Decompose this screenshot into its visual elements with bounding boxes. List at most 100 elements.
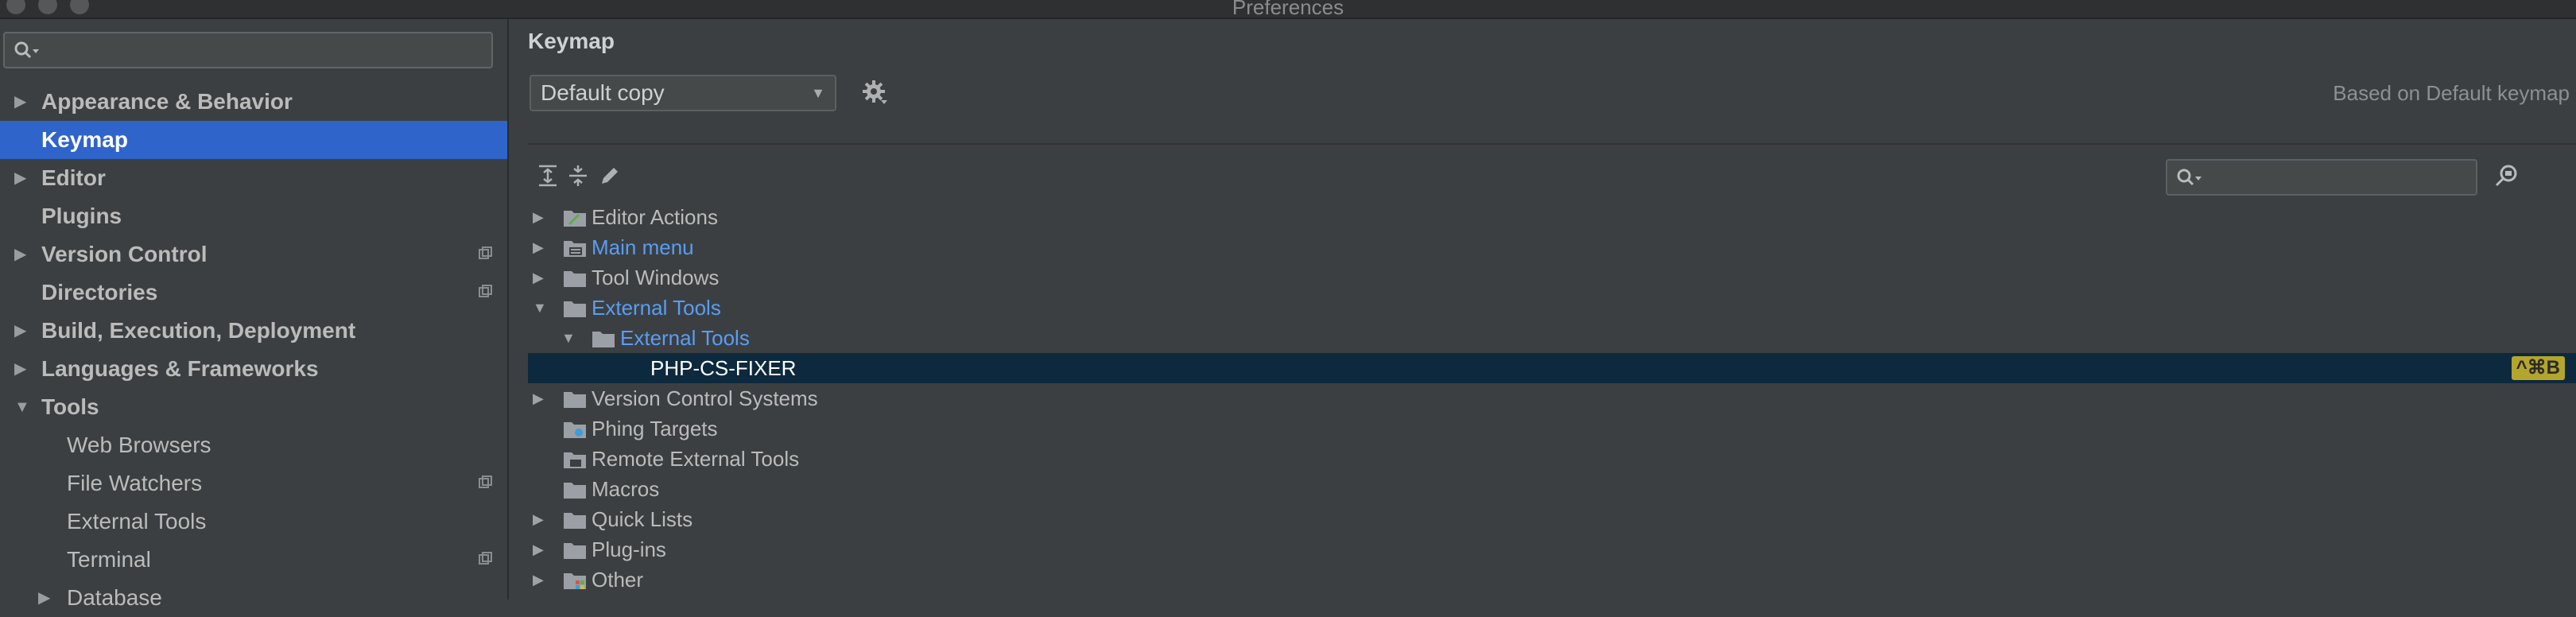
sidebar-item-label: Build, Execution, Deployment <box>41 318 356 343</box>
phing-folder-icon <box>564 422 586 438</box>
keymap-search-field[interactable] <box>2166 159 2477 196</box>
keymap-select[interactable]: Default copy ▼ <box>530 75 836 111</box>
sidebar-item-editor[interactable]: ▶ Editor <box>0 159 507 197</box>
sidebar-item-label: Directories <box>41 280 158 305</box>
folder-icon <box>564 513 586 529</box>
tree-row-label: Tool Windows <box>592 266 720 289</box>
expand-arrow-icon[interactable]: ▶ <box>14 83 26 121</box>
sidebar-item-label: Languages & Frameworks <box>41 356 319 381</box>
expand-arrow-icon[interactable]: ▶ <box>14 312 26 350</box>
title-bar: Preferences <box>0 0 2576 19</box>
shortcut-badge: ^⌘B <box>2511 356 2565 380</box>
expand-arrow-icon[interactable]: ▶ <box>14 159 26 197</box>
find-by-shortcut-icon[interactable] <box>2493 162 2520 189</box>
sidebar-item-label: Web Browsers <box>67 433 211 457</box>
tree-row-label: Phing Targets <box>592 417 718 440</box>
sidebar-item-label: Terminal <box>67 547 151 572</box>
folder-icon <box>592 332 615 347</box>
folder-icon <box>564 483 586 499</box>
tree-row-external-tools-group[interactable]: ▼ External Tools <box>528 323 2576 353</box>
collapse-arrow-icon[interactable]: ▼ <box>14 388 30 426</box>
expand-arrow-icon[interactable]: ▶ <box>533 262 544 293</box>
tree-row-label: External Tools <box>592 296 721 320</box>
sidebar-item-label: Database <box>67 585 162 610</box>
edit-shortcut-icon[interactable] <box>598 164 622 188</box>
sidebar-item-languages-frameworks[interactable]: ▶ Languages & Frameworks <box>0 350 507 388</box>
collapse-arrow-icon[interactable]: ▼ <box>561 323 576 353</box>
sidebar-item-database[interactable]: ▶ Database <box>0 579 507 617</box>
tree-row-label: Remote External Tools <box>592 447 800 471</box>
tree-row-label: Version Control Systems <box>592 386 818 410</box>
sidebar-item-appearance-behavior[interactable]: ▶ Appearance & Behavior <box>0 83 507 121</box>
menu-folder-icon <box>564 241 586 257</box>
tree-row-tool-windows[interactable]: ▶ Tool Windows <box>528 262 2576 293</box>
sidebar-item-terminal[interactable]: Terminal <box>0 541 507 579</box>
sidebar-item-label: File Watchers <box>67 471 203 495</box>
tree-row-label: PHP-CS-FIXER <box>650 356 797 380</box>
sidebar-item-file-watchers[interactable]: File Watchers <box>0 464 507 503</box>
chevron-down-icon: ▼ <box>811 85 825 101</box>
expand-arrow-icon[interactable]: ▶ <box>533 534 544 565</box>
editor-actions-folder-icon <box>564 211 586 227</box>
tree-row-editor-actions[interactable]: ▶ Editor Actions <box>528 202 2576 232</box>
expand-arrow-icon[interactable]: ▶ <box>533 504 544 534</box>
folder-icon <box>564 543 586 559</box>
sidebar-item-web-browsers[interactable]: Web Browsers <box>0 426 507 464</box>
expand-all-icon[interactable] <box>536 164 560 188</box>
tree-row-external-tools[interactable]: ▼ External Tools <box>528 293 2576 323</box>
sidebar-item-label: Plugins <box>41 204 122 228</box>
folder-icon <box>564 301 586 317</box>
sidebar-item-keymap[interactable]: Keymap <box>0 121 507 159</box>
expand-arrow-icon[interactable]: ▶ <box>533 202 544 232</box>
sidebar-item-external-tools[interactable]: External Tools <box>0 503 507 541</box>
gear-icon[interactable] <box>862 80 889 107</box>
folder-icon <box>564 271 586 287</box>
expand-arrow-icon[interactable]: ▶ <box>533 383 544 413</box>
sidebar-item-directories[interactable]: Directories <box>0 274 507 312</box>
project-settings-icon <box>479 552 492 565</box>
keymap-panel: Keymap Default copy ▼ Based on Default k… <box>509 19 2576 600</box>
sidebar-item-label: Editor <box>41 165 106 190</box>
sidebar-item-label: Appearance & Behavior <box>41 89 293 114</box>
expand-arrow-icon[interactable]: ▶ <box>14 350 26 388</box>
tree-row-phing-targets[interactable]: Phing Targets <box>528 413 2576 444</box>
expand-arrow-icon[interactable]: ▶ <box>38 579 50 617</box>
project-settings-icon <box>479 475 492 488</box>
settings-sidebar: ▶ Appearance & Behavior Keymap ▶ Editor … <box>0 19 509 610</box>
project-settings-icon <box>479 285 492 297</box>
expand-arrow-icon[interactable]: ▶ <box>14 235 26 274</box>
sidebar-item-plugins[interactable]: Plugins <box>0 197 507 235</box>
collapse-all-icon[interactable] <box>566 164 590 188</box>
tree-row-label: Plug-ins <box>592 537 666 561</box>
tree-row-label: Macros <box>592 477 660 501</box>
based-on-label: Based on Default keymap <box>2333 81 2570 105</box>
search-icon <box>2175 167 2204 193</box>
tree-row-main-menu[interactable]: ▶ Main menu <box>528 232 2576 262</box>
tree-row-label: Main menu <box>592 235 694 259</box>
sidebar-item-build-execution-deployment[interactable]: ▶ Build, Execution, Deployment <box>0 312 507 350</box>
tree-row-label: Other <box>592 568 644 592</box>
expand-arrow-icon[interactable]: ▶ <box>533 232 544 262</box>
collapse-arrow-icon[interactable]: ▼ <box>533 293 547 323</box>
remote-folder-icon <box>564 452 586 468</box>
sidebar-item-version-control[interactable]: ▶ Version Control <box>0 235 507 274</box>
sidebar-item-tools[interactable]: ▼ Tools <box>0 388 507 426</box>
tree-row-other[interactable]: ▶ Other <box>528 565 2576 595</box>
keymap-select-value: Default copy <box>541 80 665 105</box>
project-settings-icon <box>479 246 492 259</box>
tree-row-plug-ins[interactable]: ▶ Plug-ins <box>528 534 2576 565</box>
expand-arrow-icon[interactable]: ▶ <box>533 565 544 595</box>
sidebar-item-label: External Tools <box>67 509 207 534</box>
tree-row-macros[interactable]: Macros <box>528 474 2576 504</box>
tree-row-version-control-systems[interactable]: ▶ Version Control Systems <box>528 383 2576 413</box>
settings-search-field[interactable] <box>3 32 493 68</box>
sidebar-item-label: Keymap <box>41 127 128 152</box>
tree-row-quick-lists[interactable]: ▶ Quick Lists <box>528 504 2576 534</box>
tree-row-label: Quick Lists <box>592 507 693 531</box>
tree-row-label: External Tools <box>620 326 750 350</box>
tree-row-remote-external-tools[interactable]: Remote External Tools <box>528 444 2576 474</box>
tree-row-php-cs-fixer[interactable]: PHP-CS-FIXER ^⌘B <box>528 353 2576 383</box>
page-title: Keymap <box>528 29 615 53</box>
search-icon <box>13 40 41 66</box>
folder-icon <box>564 392 586 408</box>
